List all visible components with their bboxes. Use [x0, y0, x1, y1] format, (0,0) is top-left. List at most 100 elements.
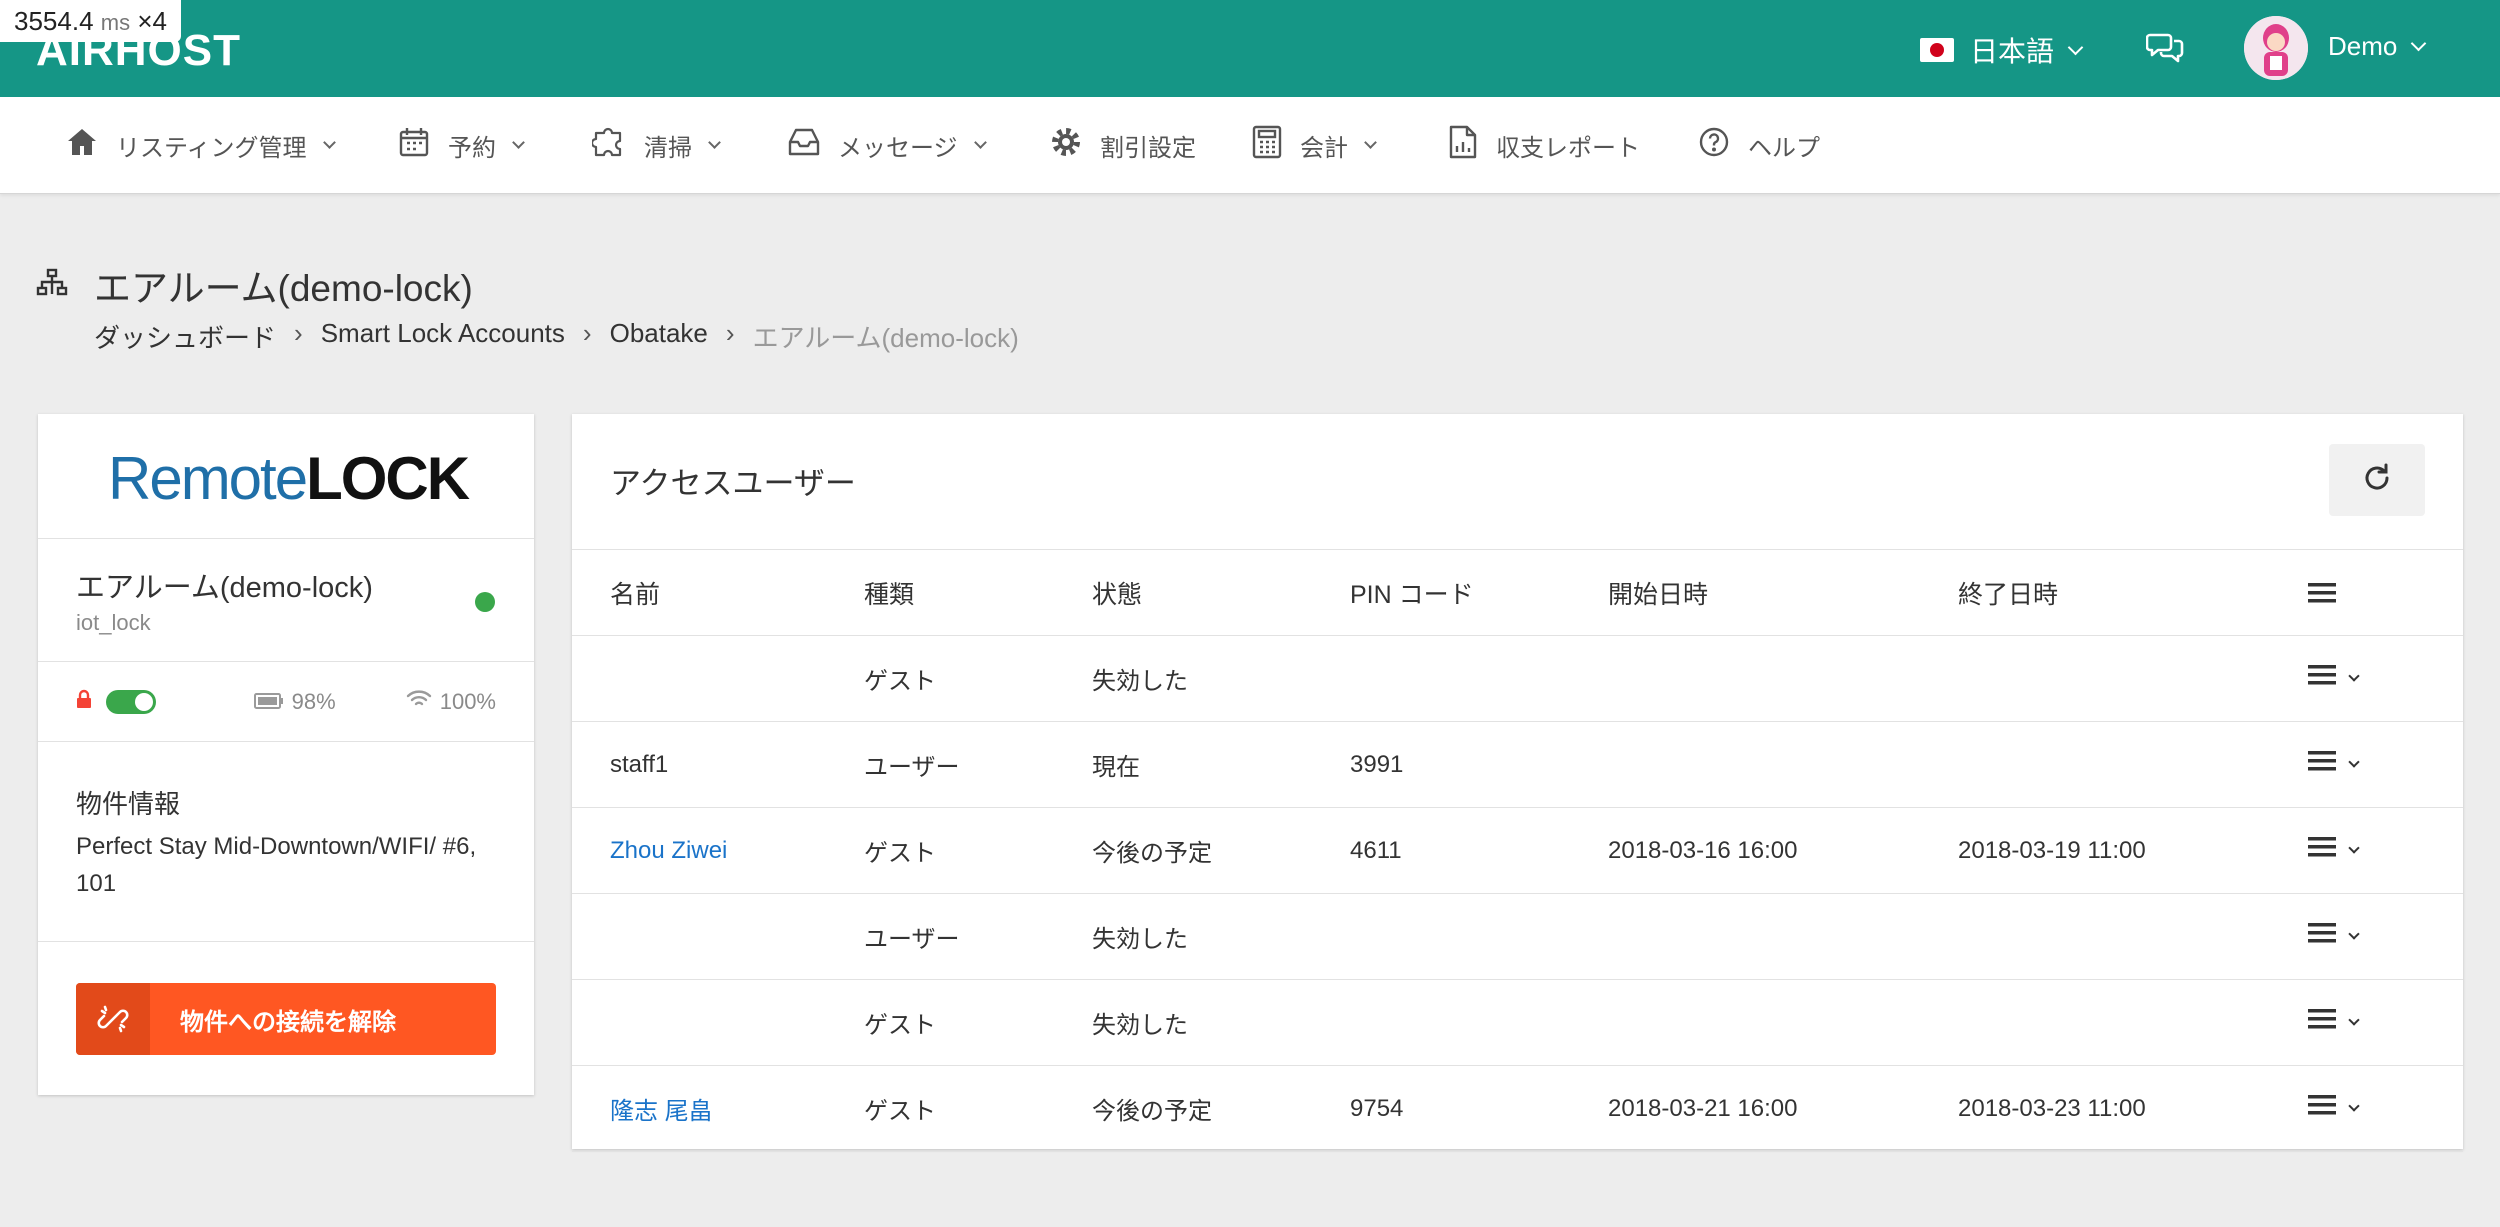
row-name[interactable]: 隆志 尾畠	[610, 1066, 713, 1151]
unlink-icon	[76, 983, 150, 1055]
breadcrumb-dashboard[interactable]: ダッシュボード	[94, 318, 276, 355]
row-actions-menu[interactable]	[2308, 980, 2360, 1065]
table-header: 名前 種類 状態 PIN コード 開始日時 終了日時	[572, 549, 2463, 636]
lock-card: RemoteLOCK エアルーム(demo-lock) iot_lock 98%…	[38, 414, 534, 1095]
wifi-level: 100%	[439, 689, 496, 714]
nav-messages[interactable]: メッセージ	[788, 97, 987, 194]
row-name[interactable]: Zhou Ziwei	[610, 808, 727, 893]
nav-listing-management[interactable]: リスティング管理	[66, 97, 336, 194]
home-icon	[66, 127, 98, 164]
column-menu-icon[interactable]	[2308, 550, 2336, 635]
table-row: ゲスト 失効した	[572, 636, 2463, 722]
lock-brand-section: RemoteLOCK	[38, 414, 534, 539]
breadcrumb-current: エアルーム(demo-lock)	[752, 323, 1019, 353]
disconnect-property-button[interactable]: 物件への接続を解除	[76, 983, 496, 1055]
language-label: 日本語	[1970, 36, 2055, 67]
perf-unit: ms	[100, 10, 131, 35]
row-name: staff1	[610, 750, 669, 778]
row-type: ユーザー	[864, 926, 960, 953]
menu-icon	[2308, 1007, 2336, 1038]
column-header-status: 状態	[1092, 580, 1143, 609]
chevron-down-icon	[2348, 841, 2360, 854]
nav-accounting[interactable]: 会計	[1252, 97, 1377, 194]
row-actions-menu[interactable]	[2308, 1066, 2360, 1151]
column-header-start: 開始日時	[1608, 580, 1709, 609]
row-actions-menu[interactable]	[2308, 636, 2360, 721]
battery-indicator: 98%	[253, 689, 336, 715]
row-pin: 3991	[1350, 750, 1404, 778]
inbox-icon	[788, 126, 820, 165]
calendar-icon	[398, 126, 430, 165]
gear-icon	[1050, 126, 1082, 165]
column-header-type: 種類	[864, 580, 915, 609]
page-title: エアルーム(demo-lock)	[94, 268, 473, 309]
breadcrumb-separator: ›	[725, 318, 735, 348]
chevron-down-icon	[2348, 755, 2360, 768]
column-header-end: 終了日時	[1958, 580, 2059, 609]
table-row: Zhou Ziwei ゲスト 今後の予定 4611 2018-03-16 16:00 20…	[572, 808, 2463, 894]
row-actions-menu[interactable]	[2308, 894, 2360, 979]
chevron-down-icon	[2067, 39, 2084, 55]
table-row: ゲスト 失効した	[572, 980, 2463, 1066]
row-type: ゲスト	[864, 840, 936, 867]
row-type: ゲスト	[864, 1098, 936, 1125]
lock-icon	[76, 689, 92, 715]
user-avatar[interactable]	[2244, 16, 2308, 80]
breadcrumb-smart-lock-accounts[interactable]: Smart Lock Accounts	[321, 318, 565, 355]
breadcrumb-obatake[interactable]: Obatake	[610, 318, 708, 355]
row-end: 2018-03-19 11:00	[1958, 836, 2146, 864]
access-users-card: アクセスユーザー 名前 種類 状態 PIN コード 開始日時 終了日時 ゲスト失…	[572, 414, 2463, 1152]
breadcrumb-separator: ›	[294, 318, 303, 348]
menu-icon	[2308, 663, 2336, 694]
nav-reservations[interactable]: 予約	[398, 97, 525, 194]
language-selector[interactable]: 日本語	[1920, 30, 2084, 70]
nav-cleaning[interactable]: 清掃	[590, 97, 721, 194]
menu-icon	[2308, 835, 2336, 866]
top-bar: AIRHOST 日本語 Demo	[0, 0, 2500, 97]
chevron-down-icon	[2411, 35, 2427, 52]
chevron-down-icon	[322, 136, 336, 149]
row-status: 失効した	[1092, 1012, 1188, 1039]
main-nav: リスティング管理 予約 清掃 メッセージ 割引設定 会計 収支レポート ヘルプ	[0, 97, 2500, 194]
nav-label: ヘルプ	[1748, 135, 1820, 162]
access-users-title: アクセスユーザー	[610, 466, 856, 501]
wifi-icon	[406, 689, 432, 715]
chevron-down-icon	[2348, 669, 2360, 682]
row-status: 失効した	[1092, 668, 1188, 695]
user-menu[interactable]: Demo	[2328, 31, 2427, 62]
menu-icon	[2308, 1093, 2336, 1124]
refresh-button[interactable]	[2329, 444, 2425, 516]
wifi-indicator: 100%	[406, 689, 496, 715]
help-icon	[1698, 126, 1730, 165]
chevron-down-icon	[708, 136, 721, 149]
nav-label: メッセージ	[838, 135, 958, 162]
table-row: ユーザー 失効した	[572, 894, 2463, 980]
nav-label: 予約	[448, 135, 496, 162]
menu-icon	[2308, 749, 2336, 780]
row-status: 今後の予定	[1092, 840, 1212, 867]
breadcrumb: ダッシュボード › Smart Lock Accounts › Obatake …	[94, 318, 1019, 355]
remotelock-logo: RemoteLOCK	[108, 445, 470, 512]
row-status: 今後の予定	[1092, 1098, 1212, 1125]
row-type: ゲスト	[864, 668, 936, 695]
row-pin: 9754	[1350, 1094, 1404, 1122]
lock-status-section: 98% 100%	[38, 662, 534, 742]
lock-toggle[interactable]	[106, 690, 156, 714]
table-row: 隆志 尾畠 ゲスト 今後の予定 9754 2018-03-21 16:00 2018-03…	[572, 1066, 2463, 1152]
breadcrumb-separator: ›	[582, 318, 592, 348]
row-actions-menu[interactable]	[2308, 808, 2360, 893]
row-status: 現在	[1092, 754, 1140, 781]
network-icon	[36, 268, 68, 303]
nav-discount-settings[interactable]: 割引設定	[1050, 97, 1196, 194]
japan-flag-icon	[1920, 38, 1954, 62]
nav-income-report[interactable]: 収支レポート	[1448, 97, 1640, 194]
chevron-down-icon	[973, 136, 987, 149]
chevron-down-icon	[2348, 1099, 2360, 1112]
nav-help[interactable]: ヘルプ	[1698, 97, 1820, 194]
row-start: 2018-03-21 16:00	[1608, 1094, 1798, 1122]
chat-icon[interactable]	[2145, 30, 2184, 69]
column-header-name: 名前	[610, 580, 661, 609]
row-actions-menu[interactable]	[2308, 722, 2360, 807]
lock-type: iot_lock	[76, 610, 151, 635]
battery-level: 98%	[291, 689, 336, 714]
